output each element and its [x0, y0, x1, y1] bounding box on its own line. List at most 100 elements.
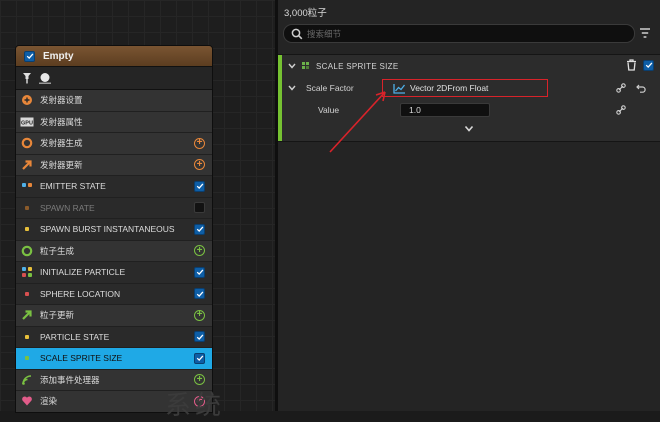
row-label: SCALE SPRITE SIZE: [40, 353, 123, 364]
row-action: [193, 180, 206, 193]
module-row[interactable]: SCALE SPRITE SIZE: [16, 348, 212, 370]
link-icon[interactable]: [616, 105, 626, 115]
filter-icon[interactable]: [639, 27, 651, 39]
details-panel: 3,000粒子 SCALE SPRITE SIZE Scale Factor V…: [278, 0, 660, 411]
module-row[interactable]: EMITTER STATE: [16, 176, 212, 198]
svg-text:GPU: GPU: [21, 120, 33, 126]
module-enable-checkbox[interactable]: [643, 59, 654, 71]
module-row[interactable]: SPAWN RATE: [16, 197, 212, 219]
row-action: [193, 201, 206, 214]
stage-group-row[interactable]: 发射器设置: [16, 90, 212, 112]
chevron-down-icon[interactable]: [288, 62, 296, 70]
particle-update-icon: [20, 308, 34, 322]
particle-spawn-icon: [20, 244, 34, 258]
add-module-icon[interactable]: +: [194, 309, 205, 321]
row-label: 粒子更新: [40, 310, 75, 321]
row-label: 发射器属性: [40, 116, 83, 127]
value-label: Value: [318, 105, 340, 115]
checkmark-icon: [196, 183, 203, 190]
module-row[interactable]: SPHERE LOCATION: [16, 283, 212, 305]
module-grid-icon: [302, 61, 309, 69]
emitter-node-toolbar: [16, 67, 212, 90]
module-enable-checkbox[interactable]: [194, 352, 205, 364]
module-enable-checkbox[interactable]: [194, 180, 205, 192]
row-label: EMITTER STATE: [40, 181, 106, 192]
module-enable-checkbox[interactable]: [194, 331, 205, 343]
stage-group-row[interactable]: GPU 发射器属性: [16, 111, 212, 133]
row-label: SPHERE LOCATION: [40, 288, 121, 299]
row-action: [193, 287, 206, 300]
checkmark-icon: [26, 53, 33, 60]
row-label: INITIALIZE PARTICLE: [40, 267, 126, 278]
emitter-enable-checkbox[interactable]: [24, 50, 35, 62]
module-header[interactable]: SCALE SPRITE SIZE: [288, 59, 398, 73]
checkmark-icon: [196, 291, 203, 297]
row-action: [193, 330, 206, 343]
curve-graph-icon: [393, 83, 406, 94]
emitter-spawn-icon: [20, 136, 34, 150]
search-bar[interactable]: [283, 24, 635, 43]
row-label: SPAWN RATE: [40, 202, 95, 213]
module-enable-checkbox[interactable]: [194, 223, 205, 235]
add-module-icon[interactable]: +: [194, 245, 205, 257]
stage-group-row[interactable]: 粒子更新 +: [16, 305, 212, 327]
module-section: SCALE SPRITE SIZE Scale Factor Vector 2D…: [278, 54, 660, 142]
pin-icon[interactable]: [22, 72, 32, 84]
module-enable-checkbox[interactable]: [194, 266, 205, 278]
scale-factor-label: Scale Factor: [306, 83, 354, 93]
row-action: +: [193, 158, 206, 171]
expand-chevron-icon[interactable]: [464, 125, 474, 133]
module-actions: [626, 59, 654, 71]
trash-icon[interactable]: [626, 59, 637, 71]
emitter-sphere-icon[interactable]: [38, 71, 52, 85]
event-handler-icon: [20, 373, 34, 387]
module-row[interactable]: PARTICLE STATE: [16, 326, 212, 348]
row-action: [193, 352, 206, 365]
emitter-node-header[interactable]: Empty: [16, 46, 212, 67]
row-label: SPAWN BURST INSTANTANEOUS: [40, 224, 175, 235]
row-label: 发射器生成: [40, 138, 83, 149]
checkmark-icon: [196, 334, 203, 340]
row-action: [193, 94, 206, 107]
checkmark-icon: [196, 269, 203, 276]
add-module-icon[interactable]: +: [194, 137, 205, 149]
stage-group-row[interactable]: 粒子生成 +: [16, 240, 212, 262]
link-icon[interactable]: [616, 83, 626, 93]
module-dot-icon: [20, 201, 34, 215]
emitter-node[interactable]: Empty 发射器设置 GPU 发射器属性 发射器生成 + 发射器更新 + EMITTER S…: [15, 45, 213, 413]
module-multi-icon: [20, 265, 34, 279]
checkmark-icon: [645, 62, 652, 69]
module-title: SCALE SPRITE SIZE: [316, 61, 399, 71]
search-input[interactable]: [307, 28, 607, 39]
row-label: 发射器设置: [40, 95, 83, 106]
add-module-icon[interactable]: +: [194, 159, 205, 171]
reset-icon[interactable]: [636, 83, 646, 93]
row-action: [193, 223, 206, 236]
watermark: 系统: [165, 391, 226, 421]
module-enable-checkbox[interactable]: [194, 288, 205, 300]
value-row: Value: [318, 102, 339, 118]
module-enable-checkbox[interactable]: [194, 202, 205, 214]
module-color-bar: [278, 55, 282, 141]
row-action: +: [193, 309, 206, 322]
row-action: +: [193, 137, 206, 150]
checkmark-icon: [196, 226, 203, 233]
emitter-node-title: Empty: [43, 50, 74, 62]
scale-factor-row: Scale Factor: [288, 80, 354, 96]
module-dots-icon: [20, 179, 34, 193]
add-module-icon[interactable]: +: [194, 374, 205, 386]
row-label: 粒子生成: [40, 245, 75, 256]
module-dot-icon: [20, 222, 34, 236]
row-label: 添加事件处理器: [40, 374, 100, 385]
module-row[interactable]: SPAWN BURST INSTANTANEOUS: [16, 219, 212, 241]
row-action: +: [193, 244, 206, 257]
dynamic-input-selector[interactable]: Vector 2DFrom Float: [382, 79, 548, 97]
chevron-down-icon[interactable]: [288, 84, 296, 92]
row-action: [193, 266, 206, 279]
row-action: [193, 115, 206, 128]
stage-group-row[interactable]: 发射器生成 +: [16, 133, 212, 155]
value-input[interactable]: 1.0: [400, 103, 490, 117]
module-dot-icon: [20, 287, 34, 301]
module-row[interactable]: INITIALIZE PARTICLE: [16, 262, 212, 284]
stage-group-row[interactable]: 发射器更新 +: [16, 154, 212, 176]
